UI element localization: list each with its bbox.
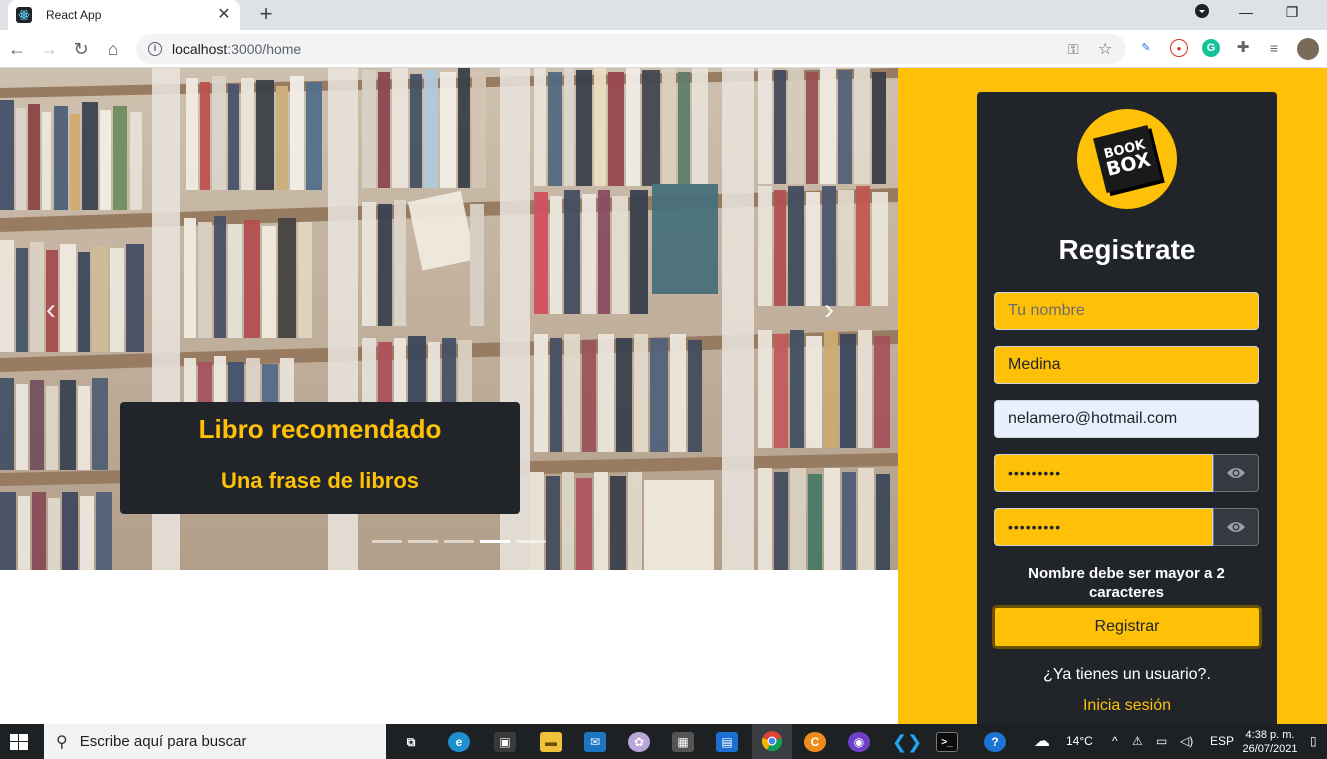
lastname-input[interactable]: Medina	[994, 346, 1259, 384]
volume-icon[interactable]: ◁)	[1180, 734, 1193, 748]
carousel-prev-icon[interactable]: ‹	[36, 290, 66, 330]
chrome-icon	[761, 731, 783, 752]
confirm-password-group: •••••••••	[994, 508, 1259, 546]
register-button[interactable]: Registrar	[992, 605, 1262, 649]
url-path: :3000/home	[227, 41, 302, 57]
help-icon[interactable]: ?	[984, 732, 1006, 752]
register-panel: BOOK BOX Registrate Tu nombre Medina nel…	[898, 68, 1327, 724]
media-queue-icon[interactable]: ≡	[1265, 39, 1283, 57]
validation-error-message: Nombre debe ser mayor a 2 caracteres	[1028, 565, 1225, 601]
taskbar-search-placeholder: Escribe aquí para buscar	[79, 733, 247, 750]
caption-subtitle: Una frase de libros	[220, 468, 420, 493]
github-desktop-icon[interactable]: ◉	[848, 732, 870, 752]
file-explorer-icon[interactable]: ▬	[540, 732, 562, 752]
windows-taskbar: ⚲ Escribe aquí para buscar ⧉ e ▣ ▬ ✉ ✿ ▦…	[0, 724, 1327, 759]
tray-system-icon[interactable]: ⚠	[1132, 734, 1143, 748]
confirm-password-input[interactable]: •••••••••	[994, 508, 1213, 546]
weather-cloud-icon[interactable]: ☁	[1034, 731, 1050, 751]
reload-icon[interactable]: ↻	[68, 36, 94, 62]
hero-carousel[interactable]: ‹ › Libro recomendado Una frase de libro…	[0, 68, 898, 570]
back-icon[interactable]: ←	[4, 36, 30, 62]
email-input[interactable]: nelamero@hotmail.com	[994, 400, 1259, 438]
bookmark-star-icon[interactable]: ☆	[1098, 39, 1112, 59]
caption-title: Libro recomendado	[198, 414, 442, 444]
vscode-icon[interactable]: ❮❯	[892, 732, 922, 752]
password-group: •••••••••	[994, 454, 1259, 492]
carousel-caption: Libro recomendado Una frase de libros	[120, 402, 520, 514]
already-have-account-text: ¿Ya tienes un usuario?.	[1043, 666, 1211, 683]
paint-icon[interactable]: ✿	[628, 732, 650, 752]
page-content: ‹ › Libro recomendado Una frase de libro…	[0, 68, 1327, 724]
show-hidden-icons-icon[interactable]: ^	[1112, 734, 1118, 748]
taskbar-clock[interactable]: 4:38 p. m. 26/07/2021	[1240, 728, 1300, 756]
key-icon[interactable]: ⚿	[1068, 41, 1079, 58]
address-bar[interactable]: i localhost:3000/home ⚿ ☆	[136, 34, 1126, 64]
ccleaner-icon[interactable]: C	[804, 732, 826, 752]
carousel-next-icon[interactable]: ›	[814, 290, 844, 330]
register-title: Registrate	[1058, 234, 1196, 265]
new-tab-button[interactable]: +	[254, 2, 278, 26]
windows-start-icon[interactable]	[10, 734, 28, 750]
forward-icon[interactable]: →	[36, 36, 62, 62]
react-icon	[16, 7, 32, 23]
carousel-indicator[interactable]	[516, 540, 546, 543]
close-tab-icon[interactable]: ✕	[216, 7, 232, 23]
browser-toolbar: ← → ↻ ⌂ i localhost:3000/home ⚿ ☆ ✎ ● G …	[0, 30, 1327, 68]
restore-icon[interactable]: ❐	[1280, 4, 1304, 21]
site-info-icon[interactable]: i	[148, 42, 162, 56]
clock-time: 4:38 p. m.	[1245, 729, 1295, 741]
browser-tab[interactable]: React App ✕	[8, 0, 240, 30]
network-icon[interactable]: ▭	[1156, 734, 1167, 748]
show-confirm-password-button[interactable]	[1213, 508, 1259, 546]
carousel-indicator[interactable]	[408, 540, 438, 543]
taskbar-search[interactable]: ⚲ Escribe aquí para buscar	[44, 724, 386, 759]
mail-icon[interactable]: ✉	[584, 732, 606, 752]
terminal-icon[interactable]: >_	[936, 732, 958, 752]
clock-date: 26/07/2021	[1242, 743, 1298, 755]
home-icon[interactable]: ⌂	[100, 36, 126, 62]
task-view-icon[interactable]: ⧉	[400, 732, 422, 752]
extension-record-icon[interactable]: ●	[1170, 39, 1188, 57]
chrome-taskbar-item[interactable]	[752, 724, 792, 759]
extensions-puzzle-icon[interactable]: ✚	[1234, 39, 1252, 57]
show-password-button[interactable]	[1213, 454, 1259, 492]
calculator-icon[interactable]: ▦	[672, 732, 694, 752]
edge-icon[interactable]: e	[448, 732, 470, 752]
eye-icon	[1227, 522, 1245, 532]
minimize-icon[interactable]: —	[1234, 4, 1258, 20]
carousel-indicators	[372, 540, 546, 543]
name-input[interactable]: Tu nombre	[994, 292, 1259, 330]
browser-tab-strip: React App ✕ + — ❐	[0, 0, 1327, 30]
logo-mark: BOOK BOX	[1093, 125, 1161, 193]
eye-icon	[1227, 468, 1245, 478]
tab-title: React App	[46, 8, 102, 22]
extension-feather-icon[interactable]: ✎	[1137, 39, 1155, 57]
tab-search-icon[interactable]	[1190, 4, 1214, 21]
language-indicator[interactable]: ESP	[1210, 734, 1234, 748]
carousel-indicator-active[interactable]	[480, 540, 510, 543]
calendar-icon[interactable]: ▤	[716, 732, 738, 752]
grammarly-icon[interactable]: G	[1202, 39, 1220, 57]
password-input[interactable]: •••••••••	[994, 454, 1213, 492]
notification-icon[interactable]: ▯	[1310, 734, 1317, 748]
carousel-indicator[interactable]	[372, 540, 402, 543]
store-icon[interactable]: ▣	[494, 732, 516, 752]
register-card: BOOK BOX Registrate Tu nombre Medina nel…	[977, 92, 1277, 724]
bookbox-logo: BOOK BOX	[1077, 109, 1177, 209]
weather-temp[interactable]: 14°C	[1066, 734, 1093, 748]
carousel-indicator[interactable]	[444, 540, 474, 543]
login-link[interactable]: Inicia sesión	[977, 697, 1277, 715]
search-icon: ⚲	[56, 733, 68, 751]
url-host: localhost	[172, 41, 228, 57]
profile-avatar[interactable]	[1297, 38, 1319, 60]
